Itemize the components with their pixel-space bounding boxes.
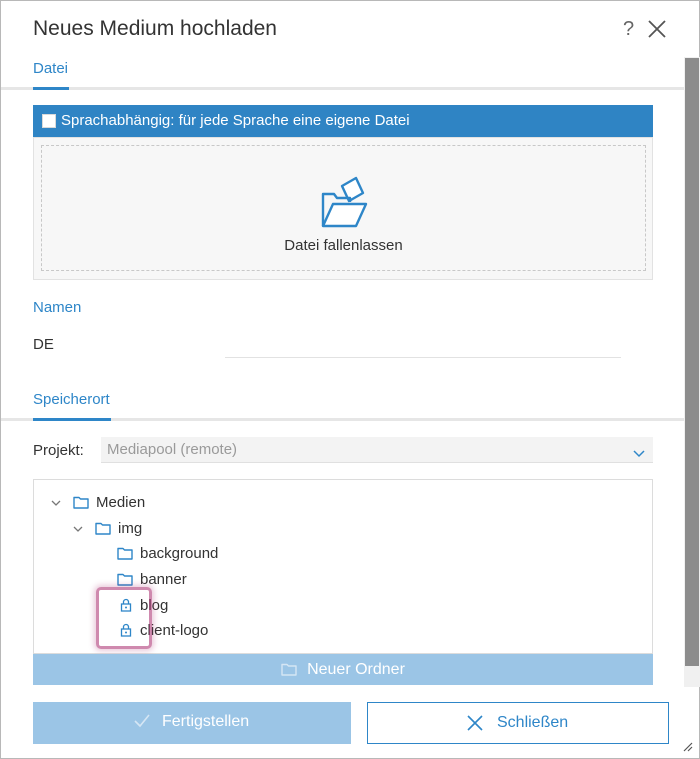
folder-icon <box>117 572 133 590</box>
tree-item-medien[interactable]: Medien <box>50 492 350 514</box>
resize-handle[interactable] <box>681 739 693 752</box>
name-de-label: DE <box>33 336 54 353</box>
section-speicherort-title: Speicherort <box>33 391 110 408</box>
check-icon <box>133 713 151 734</box>
drop-zone: Datei fallenlassen <box>33 137 653 280</box>
tree-item-client-logo[interactable]: client-logo <box>117 620 417 642</box>
dialog-title: Neues Medium hochladen <box>33 17 277 40</box>
new-folder-button[interactable]: Neuer Ordner <box>33 654 653 685</box>
section-active-indicator <box>33 418 111 421</box>
folder-icon <box>73 495 89 513</box>
lock-icon <box>120 623 132 641</box>
drop-target[interactable]: Datei fallenlassen <box>41 145 646 271</box>
close-icon <box>466 714 484 737</box>
language-toggle-label: Sprachabhängig: für jede Sprache eine ei… <box>61 112 410 129</box>
tree-item-label: img <box>118 520 143 537</box>
folder-icon <box>95 521 111 539</box>
tree-item-label: background <box>140 545 219 562</box>
scrollbar-thumb[interactable] <box>685 58 699 666</box>
new-folder-icon <box>281 662 297 681</box>
name-de-input[interactable] <box>225 332 621 358</box>
folder-icon <box>117 546 133 564</box>
tab-bar-line <box>1 87 684 90</box>
tree-item-banner[interactable]: banner <box>117 569 417 591</box>
language-toggle-bar[interactable]: Sprachabhängig: für jede Sprache eine ei… <box>33 105 653 137</box>
section-namen-title: Namen <box>33 299 82 316</box>
projekt-label: Projekt: <box>33 442 84 459</box>
tree-item-background[interactable]: background <box>117 543 417 565</box>
tab-active-indicator <box>33 87 69 90</box>
upload-dialog: Neues Medium hochladen ? Datei Sprachabh… <box>0 0 700 759</box>
projekt-select-value: Mediapool (remote) <box>107 441 238 458</box>
new-folder-label: Neuer Ordner <box>307 661 405 678</box>
chevron-down-icon <box>633 445 645 463</box>
tree-item-label: client-logo <box>140 622 209 639</box>
help-button[interactable]: ? <box>623 18 634 41</box>
folder-tree: Medien img background banner blog client… <box>33 479 653 654</box>
finish-button[interactable]: Fertigstellen <box>33 702 351 744</box>
open-folder-icon <box>320 172 382 233</box>
drop-label: Datei fallenlassen <box>284 237 403 254</box>
projekt-select[interactable]: Mediapool (remote) <box>101 437 653 463</box>
tree-item-img[interactable]: img <box>72 518 372 540</box>
close-label: Schließen <box>497 714 569 731</box>
lock-icon <box>120 598 132 616</box>
tree-item-label: banner <box>140 571 187 588</box>
dialog-titlebar: Neues Medium hochladen ? <box>1 1 699 57</box>
tab-datei[interactable]: Datei <box>33 60 68 77</box>
finish-label: Fertigstellen <box>162 713 250 730</box>
tree-item-label: Medien <box>96 494 146 511</box>
tree-item-blog[interactable]: blog <box>117 595 417 617</box>
chevron-down-icon[interactable] <box>50 496 62 508</box>
language-checkbox[interactable] <box>42 114 56 128</box>
chevron-down-icon[interactable] <box>72 522 84 534</box>
tree-item-label: blog <box>140 597 169 614</box>
close-icon[interactable] <box>647 19 667 39</box>
close-button[interactable]: Schließen <box>367 702 669 744</box>
